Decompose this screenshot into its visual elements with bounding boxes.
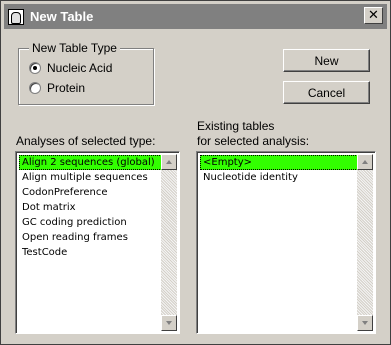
list-item[interactable]: Align 2 sequences (global) [19,155,162,170]
radio-button-checked[interactable] [29,62,41,74]
list-item[interactable]: Dot matrix [19,200,162,215]
app-icon [8,8,24,25]
new-table-dialog: New Table ✕ New Table Type Nucleic Acid … [0,0,391,345]
close-icon: ✕ [368,8,379,23]
radio-nucleic-acid[interactable]: Nucleic Acid [29,61,112,75]
radio-label: Protein [47,81,86,95]
table-type-group: New Table Type Nucleic Acid Protein [18,41,154,105]
list-item[interactable]: CodonPreference [19,185,162,200]
group-title: New Table Type [29,41,120,55]
new-button[interactable]: New [283,49,370,72]
analyses-items: Align 2 sequences (global) Align multiple… [19,155,162,260]
list-item[interactable]: GC coding prediction [19,215,162,230]
vertical-scrollbar[interactable] [161,154,177,331]
analyses-label: Analyses of selected type: [16,134,156,148]
analyses-listbox[interactable]: Align 2 sequences (global) Align multiple… [15,151,180,334]
list-item[interactable]: <Empty> [200,155,358,170]
scroll-up-arrow-icon[interactable] [161,154,177,170]
vertical-scrollbar[interactable] [357,154,373,331]
scroll-up-arrow-icon[interactable] [357,154,373,170]
cancel-button[interactable]: Cancel [283,81,370,104]
radio-button[interactable] [29,82,41,94]
scroll-down-arrow-icon[interactable] [357,315,373,331]
scroll-down-arrow-icon[interactable] [161,315,177,331]
close-button[interactable]: ✕ [364,7,383,24]
title-bar[interactable]: New Table ✕ [4,4,387,29]
radio-protein[interactable]: Protein [29,81,85,95]
window-title: New Table [30,9,94,24]
list-item[interactable]: TestCode [19,245,162,260]
existing-items: <Empty> Nucleotide identity [200,155,358,185]
radio-label: Nucleic Acid [47,61,113,75]
existing-label-line2: for selected analysis: [197,134,310,148]
list-item[interactable]: Nucleotide identity [200,170,358,185]
list-item[interactable]: Open reading frames [19,230,162,245]
existing-label-line1: Existing tables [197,119,275,133]
existing-tables-listbox[interactable]: <Empty> Nucleotide identity [196,151,376,334]
list-item[interactable]: Align multiple sequences [19,170,162,185]
